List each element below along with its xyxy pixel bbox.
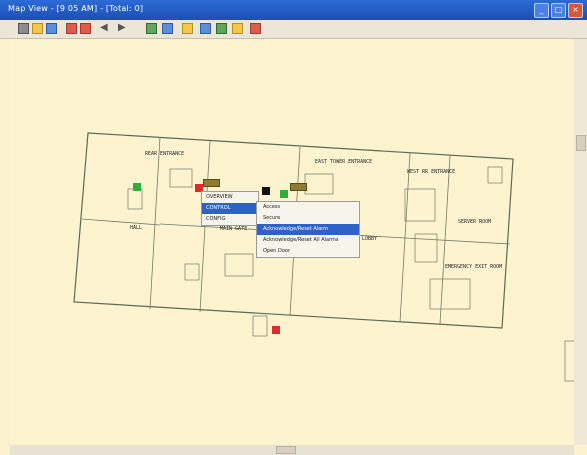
minimize-button[interactable]: _: [534, 3, 549, 18]
submenu-item-secure[interactable]: Secure: [257, 213, 359, 224]
map-label: LOBBY: [362, 236, 378, 242]
menu-item-overview[interactable]: OVERVIEW: [202, 192, 258, 203]
submenu-item-ack-reset-alarm[interactable]: Acknowledge/Reset Alarm: [257, 224, 359, 235]
back-icon[interactable]: ◀: [100, 22, 108, 33]
map-label: SERVER ROOM: [458, 219, 492, 225]
green-status-marker[interactable]: [133, 183, 141, 191]
forward-icon[interactable]: ▶: [118, 22, 126, 33]
furniture: [429, 278, 471, 310]
door-tag[interactable]: [290, 183, 307, 191]
print-icon[interactable]: [18, 23, 29, 34]
wall: [149, 136, 161, 310]
wall: [81, 218, 161, 226]
furniture: [487, 166, 503, 184]
close-button[interactable]: ×: [568, 3, 583, 18]
context-submenu: Access Secure Acknowledge/Reset Alarm Ac…: [256, 201, 360, 258]
context-menu: OVERVIEW CONTROL CONFIG: [201, 191, 259, 226]
submenu-item-open-door[interactable]: Open Door: [257, 246, 359, 257]
furniture: [252, 315, 268, 337]
layer-icon[interactable]: [146, 23, 157, 34]
furniture: [127, 188, 143, 210]
map-label: EAST TOWER ENTRANCE: [315, 159, 373, 165]
vertical-scrollbar[interactable]: [574, 39, 587, 445]
door-icon[interactable]: [182, 23, 193, 34]
door-tag[interactable]: [203, 179, 220, 187]
submenu-item-access[interactable]: Access: [257, 202, 359, 213]
refresh-icon[interactable]: [232, 23, 243, 34]
map-view-window: Map View - [9 05 AM] - [Total: 0] _ □ × …: [0, 0, 587, 455]
window-title: Map View - [9 05 AM] - [Total: 0]: [8, 4, 144, 13]
pan-icon[interactable]: [32, 23, 43, 34]
info-icon[interactable]: [250, 23, 261, 34]
furniture: [404, 188, 436, 222]
window-controls: _ □ ×: [534, 3, 583, 18]
submenu-item-ack-reset-all-alarms[interactable]: Acknowledge/Reset All Alarms: [257, 235, 359, 246]
map-label: HALL: [130, 225, 143, 231]
black-status-marker[interactable]: [262, 187, 270, 195]
select-icon[interactable]: [66, 23, 77, 34]
green-status-marker[interactable]: [280, 190, 288, 198]
map-label: WEST RR ENTRANCE: [407, 169, 456, 175]
toolbar: ◀ ▶: [0, 20, 587, 39]
furniture: [414, 233, 438, 263]
map-label: MAIN GATE: [220, 226, 248, 232]
title-bar[interactable]: Map View - [9 05 AM] - [Total: 0] _ □ ×: [0, 0, 587, 20]
camera-icon[interactable]: [162, 23, 173, 34]
vertical-scroll-thumb[interactable]: [576, 135, 586, 151]
menu-item-control[interactable]: CONTROL: [202, 203, 258, 214]
horizontal-scrollbar[interactable]: [10, 445, 574, 455]
map-icon[interactable]: [216, 23, 227, 34]
furniture: [224, 253, 254, 277]
maximize-button[interactable]: □: [551, 3, 566, 18]
red-alarm-marker[interactable]: [272, 326, 280, 334]
alarm-icon[interactable]: [200, 23, 211, 34]
furniture: [304, 173, 334, 195]
map-label: EMERGENCY EXIT ROOM: [445, 264, 503, 270]
furniture: [169, 168, 193, 188]
furniture: [184, 263, 200, 281]
map-label: REAR ENTRANCE: [145, 151, 185, 157]
zoom-icon[interactable]: [46, 23, 57, 34]
delete-icon[interactable]: [80, 23, 91, 34]
horizontal-scroll-thumb[interactable]: [276, 446, 296, 454]
menu-item-config[interactable]: CONFIG: [202, 214, 258, 225]
furniture: [564, 340, 576, 382]
